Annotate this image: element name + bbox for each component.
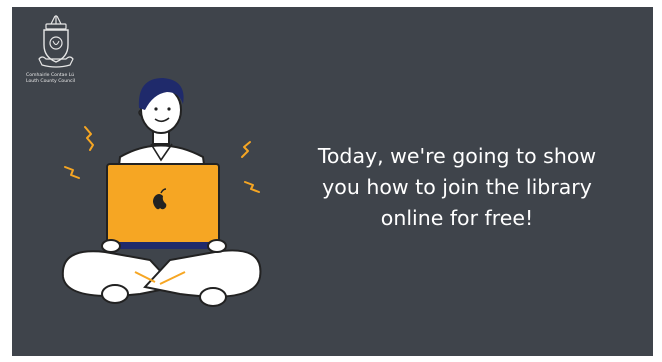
spark-mark-right-top — [241, 141, 251, 158]
message-line-2: you how to join the library — [322, 175, 592, 199]
intro-message: Today, we're going to show you how to jo… — [287, 141, 627, 234]
spark-mark-left-bottom — [64, 166, 80, 179]
message-line-1: Today, we're going to show — [317, 144, 597, 168]
crest-icon — [38, 15, 74, 68]
spark-mark-left-top — [84, 126, 94, 151]
video-slide: Comhairle Contae Lú Louth County Council — [12, 7, 653, 356]
message-line-3: online for free! — [380, 206, 534, 230]
person-with-laptop-illustration — [61, 78, 262, 307]
laptop-base — [103, 242, 223, 249]
right-leg — [143, 249, 262, 298]
spark-mark-right-bottom — [244, 181, 260, 193]
right-hand — [207, 239, 227, 253]
left-foot — [101, 284, 129, 304]
left-hand — [101, 239, 121, 253]
right-foot — [199, 287, 227, 307]
